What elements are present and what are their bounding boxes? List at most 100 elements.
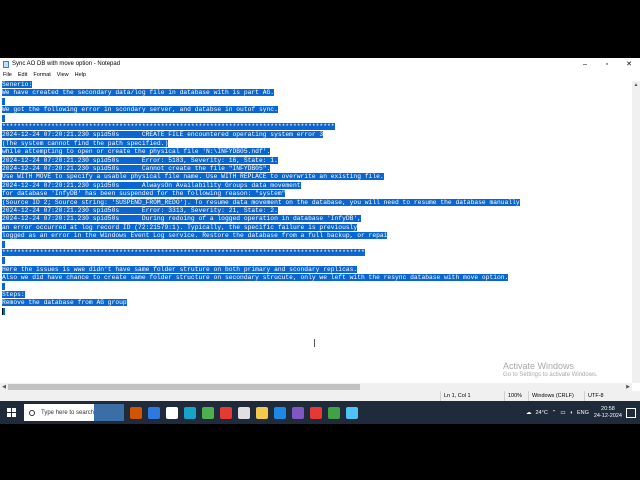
windows-logo-icon [6,408,16,417]
status-position: Ln 1, Col 1 [440,391,471,401]
editor-line [2,114,5,122]
taskbar-app-icon[interactable] [220,406,232,419]
vertical-scrollbar[interactable]: ▲ [632,81,640,383]
weather-icon[interactable]: ☁ [526,410,532,416]
taskbar-app-icon[interactable] [238,406,250,419]
taskbar-app-icon[interactable] [202,406,214,419]
network-icon[interactable]: ▭ [560,410,565,416]
editor-line: (The system cannot find the path specifi… [2,139,169,147]
selected-text: (Source ID 2; Source string: 'SUSPEND_FR… [2,198,520,206]
taskbar-app-icon[interactable] [274,406,286,419]
editor-line: for database 'InfyDB' has been suspended… [2,190,286,198]
selected-text: ****************************************… [2,123,335,130]
selected-text: logged as an error in the Windows Event … [2,232,388,240]
clock-time: 20:58 [601,405,615,412]
desktop-screen: Sync AO DB with move option - Notepad – … [0,58,640,424]
editor-line: Remove the database from AG group [2,299,127,307]
status-zoom: 100% [504,391,522,401]
watermark-title: Activate Windows [503,361,575,371]
language-indicator[interactable]: ENG [577,410,589,416]
taskbar-app-icon[interactable] [346,406,358,419]
horizontal-scrollbar[interactable]: ◀ ▶ [0,383,632,391]
taskbar-app-icon[interactable] [328,406,340,419]
window-controls: – ▫ ✕ [574,58,640,70]
restore-button[interactable]: ▫ [596,58,618,70]
editor-line: ****************************************… [2,123,335,130]
menu-format[interactable]: Format [30,72,53,78]
taskbar-app-icon[interactable] [184,406,196,419]
taskbar-app-icon[interactable] [148,406,160,419]
taskbar: Type here to search ☁ 24°C ⌃ ▭ ◖ ENG 20:… [0,401,640,424]
selected-text: Steps: [2,291,25,298]
clock[interactable]: 20:58 24-12-2024 [594,406,622,420]
text-cursor-icon [314,339,315,347]
selected-text [2,257,5,265]
taskbar-app-icon[interactable] [130,406,142,419]
scroll-left-icon[interactable]: ◀ [0,383,8,391]
status-encoding: UTF-8 [584,391,604,401]
menu-edit[interactable]: Edit [15,72,30,78]
status-bar: Ln 1, Col 1 100% Windows (CRLF) UTF-8 [0,391,640,401]
selected-text [2,97,5,105]
notepad-icon [3,60,9,68]
selected-text: while attempting to open or create the p… [2,148,271,156]
editor-line: 2024-12-24 07:20:21.230 spid50s Error: 3… [2,207,278,214]
taskbar-app-icon[interactable] [256,406,268,419]
editor-line: 2024-12-24 07:20:21.230 spid50s Cannot c… [2,165,271,172]
text-editor[interactable]: Senerio: We have created the secondary da… [0,81,632,383]
taskbar-pinned-apps [130,406,364,419]
editor-line [2,282,5,290]
editor-line: ****************************************… [2,249,365,256]
taskbar-app-icon[interactable] [292,406,304,419]
menu-help[interactable]: Help [72,72,89,78]
clock-date: 24-12-2024 [593,412,622,419]
weather-temp[interactable]: 24°C [536,410,548,416]
selected-text [2,114,5,122]
scroll-up-icon[interactable]: ▲ [632,81,640,89]
taskbar-app-icon[interactable] [166,406,178,419]
search-placeholder: Type here to search [41,409,95,416]
watermark-subtitle: Go to Settings to activate Windows. [503,372,598,378]
tray-chevron-icon[interactable]: ⌃ [552,410,557,416]
selected-text: Senerio: [2,81,33,88]
editor-line: Here the issues is wwe didn't have same … [2,265,358,273]
editor-line: Steps: [2,291,25,298]
editor-line: while attempting to open or create the p… [2,148,271,156]
selected-text: 2024-12-24 07:20:21.230 spid50s AlwaysOn… [2,181,301,189]
editor-line: 2024-12-24 07:20:21.230 spid50s Error: 5… [2,156,278,164]
editor-line: 2024-12-24 07:20:21.230 spid50s During r… [2,215,361,223]
search-icon [29,409,35,416]
selected-text: Use WITH MOVE to specify a usable physic… [2,173,384,181]
close-button[interactable]: ✕ [618,58,640,70]
editor-line: an error occurred at log record ID (72:2… [2,223,358,231]
selected-text: 2024-12-24 07:20:21.230 spid50s During r… [2,215,361,223]
selected-text: (The system cannot find the path specifi… [2,139,169,147]
editor-line [2,97,5,105]
editor-line [2,257,5,265]
menu-file[interactable]: File [0,72,15,78]
scroll-right-icon[interactable]: ▶ [624,383,632,391]
selected-text: an error occurred at log record ID (72:2… [2,223,358,231]
editor-line [2,240,5,248]
editor-line: We got the following error in scondary s… [2,106,278,114]
volume-icon[interactable]: ◖ [570,410,573,416]
editor-line: 2024-12-24 07:20:21.230 spid50s CREATE F… [2,131,324,139]
taskbar-app-icon[interactable] [310,406,322,419]
editor-line: Also we did have chance to create same f… [2,274,509,282]
taskbar-search-box[interactable]: Type here to search [24,404,124,421]
start-button[interactable] [0,401,22,424]
editor-line: Senerio: [2,81,33,88]
menu-view[interactable]: View [54,72,72,78]
minimize-button[interactable]: – [574,58,596,70]
editor-line: 2024-12-24 07:20:21.230 spid50s AlwaysOn… [2,181,301,189]
selected-text: We have created the secondary data/log f… [2,89,275,97]
selected-text: Here the issues is wwe didn't have same … [2,265,358,273]
window-title: Sync AO DB with move option - Notepad [12,61,121,67]
caret [2,307,3,315]
selected-text: Remove the database from AG group [2,299,127,307]
notification-icon[interactable] [626,407,636,418]
activate-windows-watermark: Activate Windows Go to Settings to activ… [503,361,598,378]
horizontal-scroll-thumb[interactable] [8,384,360,390]
selected-text: for database 'InfyDB' has been suspended… [2,190,286,198]
selected-text: ****************************************… [2,249,365,256]
